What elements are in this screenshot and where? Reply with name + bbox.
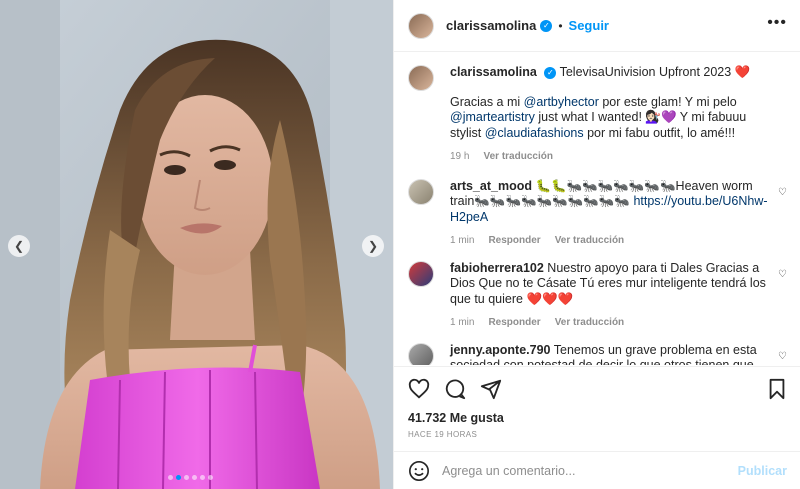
publish-button[interactable]: Publicar [738, 464, 787, 478]
post-timestamp: HACE 19 HORAS [408, 430, 478, 439]
commenter-avatar[interactable] [408, 260, 434, 287]
comment-hearts: ❤️❤️❤️ [526, 291, 574, 306]
follow-button[interactable]: Seguir [569, 18, 609, 33]
carousel-indicator [168, 475, 213, 480]
commenter-avatar[interactable] [408, 178, 434, 205]
caption-text: por este glam! Y mi pelo [598, 94, 737, 109]
carousel-dot [208, 475, 213, 480]
carousel-dot [184, 475, 189, 480]
translate-link[interactable]: Ver traducción [555, 315, 624, 331]
heart-icon[interactable] [408, 378, 430, 400]
mention-link[interactable]: @artbyhector [524, 95, 599, 109]
smiley-icon[interactable] [408, 460, 430, 482]
next-slide-button[interactable]: ❯ [362, 235, 384, 257]
chevron-left-icon: ❮ [13, 239, 25, 253]
like-comment-heart-icon[interactable]: ♡ [778, 351, 787, 362]
caption: clarissamolina ✓ TelevisaUnivision Upfro… [408, 65, 787, 165]
carousel-dot [176, 475, 181, 480]
comment-input[interactable] [442, 463, 738, 478]
caption-avatar[interactable] [408, 65, 434, 91]
mention-link[interactable]: @claudiafashions [485, 126, 584, 140]
verified-badge-icon: ✓ [544, 66, 557, 79]
caption-title: TelevisaUnivision Upfront 2023 ❤️ [559, 65, 751, 79]
author-username[interactable]: clarissamolina [446, 18, 536, 33]
comment-time: 1 min [450, 317, 475, 328]
post-actions: 41.732 Me gusta HACE 19 HORAS [394, 366, 800, 439]
caption-text: Gracias a mi [450, 94, 524, 109]
commenter-username[interactable]: arts_at_mood [450, 179, 532, 193]
comment-item: fabioherrera102 Nuestro apoyo para ti Da… [408, 260, 787, 331]
likes-count[interactable]: 41.732 Me gusta [408, 411, 787, 425]
send-icon[interactable] [480, 378, 502, 400]
bookmark-icon[interactable] [767, 378, 787, 400]
mention-link[interactable]: @jmarteartistry [450, 110, 535, 124]
comment-item: jenny.aponte.790 Tenemos un grave proble… [408, 342, 787, 365]
translate-link[interactable]: Ver traducción [483, 149, 552, 165]
like-comment-heart-icon[interactable]: ♡ [778, 187, 787, 198]
reply-link[interactable]: Responder [488, 233, 540, 249]
carousel-dot [200, 475, 205, 480]
comments-list[interactable]: clarissamolina ✓ TelevisaUnivision Upfro… [394, 53, 800, 365]
author-avatar[interactable] [408, 12, 434, 39]
like-comment-heart-icon[interactable]: ♡ [778, 269, 787, 280]
caption-time: 19 h [450, 151, 470, 162]
comment-icon[interactable] [444, 378, 466, 400]
comment-item: arts_at_mood 🐛🐛🐜🐜🐜🐜🐜🐜🐜Heaven worm train🐜… [408, 178, 787, 249]
more-options-icon[interactable]: ••• [767, 14, 787, 32]
post-header: clarissamolina ✓ • Seguir ••• [394, 0, 800, 52]
verified-badge-icon: ✓ [540, 19, 553, 32]
comment-time: 1 min [450, 235, 475, 246]
reply-link[interactable]: Responder [488, 315, 540, 331]
post-photo[interactable]: ❮ ❯ [0, 0, 393, 489]
add-comment-bar: Publicar [394, 451, 800, 489]
chevron-right-icon: ❯ [367, 239, 379, 253]
previous-slide-button[interactable]: ❮ [8, 235, 30, 257]
caption-username[interactable]: clarissamolina [450, 65, 537, 79]
commenter-username[interactable]: fabioherrera102 [450, 261, 544, 275]
translate-link[interactable]: Ver traducción [555, 233, 624, 249]
portrait-image [0, 0, 393, 489]
post-side-panel: clarissamolina ✓ • Seguir ••• clarissamo… [393, 0, 800, 489]
commenter-username[interactable]: jenny.aponte.790 [450, 343, 551, 357]
commenter-avatar[interactable] [408, 342, 434, 365]
separator-dot: • [558, 18, 563, 33]
carousel-dot [192, 475, 197, 480]
carousel-dot [168, 475, 173, 480]
caption-text: por mi fabu outfit, lo amé!!! [583, 125, 736, 140]
